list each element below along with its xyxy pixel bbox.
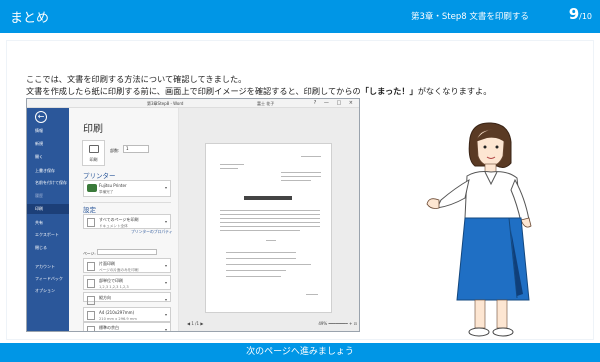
print-setting-dropdown: 部単位で印刷 1,2,3 1,2,3 1,2,3 ▾ xyxy=(83,275,171,290)
backstage-sidebar: ← 情報新規開く上書き保存名前を付けて保存 履歴印刷共有エクスポート 閉じるアカウン… xyxy=(27,108,69,331)
intro-line-1: ここでは、文書を印刷する方法について確認してきました。 xyxy=(26,74,247,84)
chevron-down-icon: ▾ xyxy=(164,280,167,285)
chevron-down-icon: ▾ xyxy=(164,219,167,224)
setting-icon xyxy=(87,311,95,320)
print-setting-dropdown: すべてのページを印刷 ドキュメント全体 ▾ xyxy=(83,214,171,229)
chevron-down-icon: ▾ xyxy=(164,312,167,317)
preview-title xyxy=(244,196,292,200)
backstage-item: 印刷 xyxy=(27,204,69,214)
word-user-name: 富士 花子 xyxy=(257,101,275,106)
setting-label: 片面印刷 xyxy=(99,261,115,266)
chapter-label: 第3章・Step8 文書を印刷する xyxy=(411,12,529,22)
printer-status: 準備完了 xyxy=(99,190,114,194)
backstage-item: 情報 xyxy=(35,128,43,133)
setting-icon xyxy=(87,218,95,227)
printer-device-icon xyxy=(87,184,97,192)
settings-section-title: 設定 xyxy=(83,206,96,214)
print-settings-panel: 印刷 印刷 部数: 1 プリンター Fujitsu Printer 準備完了 ▾… xyxy=(69,108,179,332)
backstage-item: オプション xyxy=(35,288,55,293)
setting-detail: 1,2,3 1,2,3 1,2,3 xyxy=(99,285,129,289)
setting-icon xyxy=(87,296,95,305)
intro-text: ここでは、文書を印刷する方法について確認してきました。 文書を作成したら紙に印刷… xyxy=(26,73,491,97)
intro-line-2-end: がなくなりますよ。 xyxy=(417,86,492,96)
printer-select: Fujitsu Printer 準備完了 ▾ xyxy=(83,180,171,197)
setting-icon xyxy=(87,279,95,288)
word-print-screenshot: 第3章Step8 - Word 富士 花子 ? — □ × ← 情報新規開く上書… xyxy=(26,98,360,332)
setting-label: 縦方向 xyxy=(99,295,111,300)
setting-detail: ドキュメント全体 xyxy=(99,224,128,228)
printer-icon xyxy=(89,145,99,153)
pages-label: ページ: xyxy=(83,251,96,256)
intro-line-2: 文書を作成したら紙に印刷する前に、画面上で印刷イメージを確認すると、印刷してから… xyxy=(26,85,491,97)
backstage-item: 新規 xyxy=(35,141,43,146)
chevron-down-icon: ▾ xyxy=(164,263,167,268)
setting-label: 部単位で印刷 xyxy=(99,278,123,283)
back-arrow-icon: ← xyxy=(35,111,47,123)
backstage-item: 上書き保存 xyxy=(35,168,55,173)
backstage-item: 閉じる xyxy=(35,245,47,250)
backstage-item: 開く xyxy=(35,154,43,159)
setting-icon xyxy=(87,262,95,271)
print-button: 印刷 xyxy=(82,140,105,166)
next-page-button[interactable]: 次のページへ進みましょう xyxy=(0,343,600,362)
page-total: /10 xyxy=(579,12,592,21)
backstage-item: 名前を付けて保存 xyxy=(35,180,67,185)
zoom-slider: 49% ━━━━━━━━ + ⊡ xyxy=(318,321,357,326)
setting-detail: 210 mm x 296.9 mm xyxy=(99,317,137,321)
setting-detail: ページの片面のみを印刷 xyxy=(99,268,139,272)
backstage-item: アカウント xyxy=(35,264,55,269)
preview-page xyxy=(205,143,332,313)
backstage-item: エクスポート xyxy=(35,232,59,237)
backstage-item: フィードバック xyxy=(35,276,63,281)
print-setting-dropdown: 標準の余白上: 35 mm 下: 30▾ xyxy=(83,322,171,332)
chevron-down-icon: ▾ xyxy=(164,297,167,302)
print-setting-dropdown: 片面印刷ページの片面のみを印刷 ▾ xyxy=(83,258,171,273)
word-document-title: 第3章Step8 - Word xyxy=(147,101,184,106)
woman-illustration xyxy=(426,122,532,337)
backstage-item: 共有 xyxy=(35,220,43,225)
chevron-down-icon: ▾ xyxy=(164,327,167,332)
intro-line-2-start: 文書を作成したら紙に印刷する前に、画面上で印刷イメージを確認すると、印刷してから… xyxy=(26,86,361,96)
setting-label: 標準の余白 xyxy=(99,325,119,330)
pages-input xyxy=(97,249,157,255)
chevron-down-icon: ▾ xyxy=(164,185,167,190)
window-controls: ? — □ × xyxy=(313,100,356,106)
print-button-label: 印刷 xyxy=(89,157,98,162)
print-preview-pane: ◀ 1 /1 ▶ 49% ━━━━━━━━ + ⊡ xyxy=(179,108,359,331)
print-setting-dropdown: 縦方向 ▾ xyxy=(83,292,171,305)
printer-name: Fujitsu Printer xyxy=(99,183,127,188)
page-navigator: ◀ 1 /1 ▶ xyxy=(187,321,204,326)
print-setting-dropdown: A4 (210x297mm) 210 mm x 296.9 mm ▾ xyxy=(83,307,171,322)
printer-properties-link: プリンターのプロパティ xyxy=(131,229,173,234)
setting-icon xyxy=(87,326,95,331)
header-bar: まとめ 第3章・Step8 文書を印刷する 9/10 xyxy=(0,0,600,33)
copies-label: 部数: xyxy=(110,148,120,153)
word-titlebar: 第3章Step8 - Word 富士 花子 ? — □ × xyxy=(27,99,359,108)
printer-section-title: プリンター xyxy=(83,172,116,180)
page-title: まとめ xyxy=(10,11,50,26)
intro-emphasis: 「しまった！」 xyxy=(360,86,418,96)
page-current: 9 xyxy=(568,5,580,23)
setting-label: A4 (210x297mm) xyxy=(99,310,135,315)
print-heading: 印刷 xyxy=(83,124,103,135)
setting-label: すべてのページを印刷 xyxy=(99,217,139,222)
divider xyxy=(83,202,171,203)
backstage-item: 履歴 xyxy=(35,193,43,198)
copies-field: 1 xyxy=(123,145,149,153)
page-counter: 9/10 xyxy=(569,5,592,23)
